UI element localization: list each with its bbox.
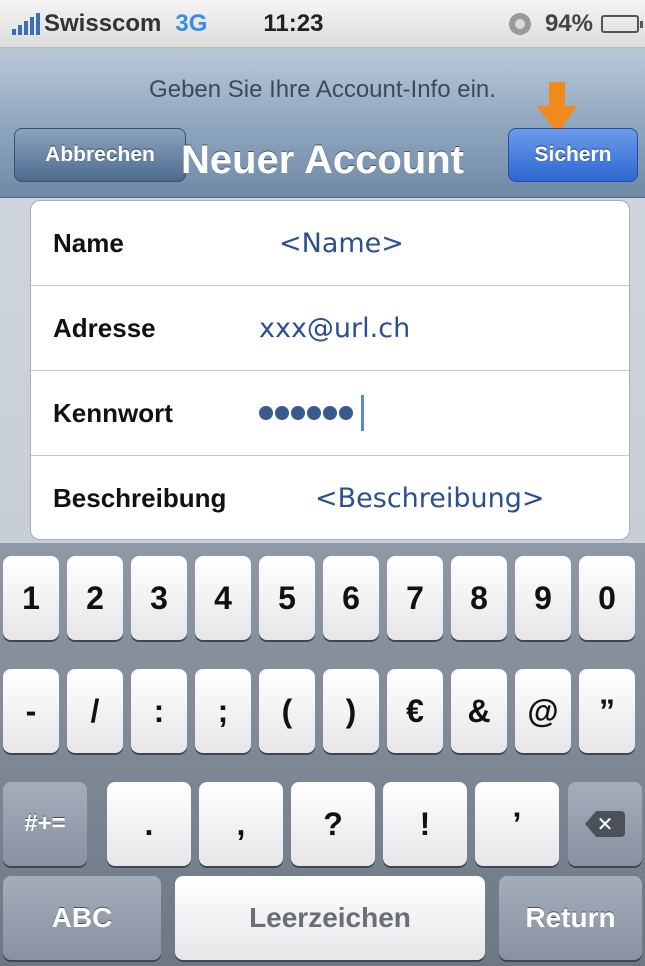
- name-label: Name: [53, 227, 124, 258]
- address-label: Adresse: [53, 312, 156, 343]
- network-type: 3G: [175, 9, 208, 37]
- save-button[interactable]: Sichern: [508, 128, 638, 182]
- password-dot: [307, 406, 321, 420]
- key[interactable]: 7: [387, 556, 443, 640]
- key[interactable]: ;: [195, 669, 251, 753]
- password-field[interactable]: Kennwort: [31, 371, 629, 456]
- description-label: Beschreibung: [53, 483, 227, 513]
- key[interactable]: ): [323, 669, 379, 753]
- delete-key[interactable]: ✕: [568, 782, 642, 866]
- description-field[interactable]: Beschreibung <Beschreibung>: [31, 456, 629, 539]
- password-input[interactable]: [259, 395, 364, 431]
- key[interactable]: 1: [3, 556, 59, 640]
- password-dot: [291, 406, 305, 420]
- carrier-name: Swisscom: [44, 9, 162, 37]
- key[interactable]: 6: [323, 556, 379, 640]
- key[interactable]: ”: [579, 669, 635, 753]
- address-field[interactable]: Adresse xxx@url.ch: [31, 286, 629, 371]
- key[interactable]: ’: [475, 782, 559, 866]
- key[interactable]: /: [67, 669, 123, 753]
- navigation-bar: Geben Sie Ihre Account-Info ein. Abbrech…: [0, 48, 645, 198]
- key[interactable]: -: [3, 669, 59, 753]
- key[interactable]: 3: [131, 556, 187, 640]
- description-input[interactable]: <Beschreibung>: [315, 483, 545, 514]
- key[interactable]: 9: [515, 556, 571, 640]
- key[interactable]: (: [259, 669, 315, 753]
- key[interactable]: :: [131, 669, 187, 753]
- address-input[interactable]: xxx@url.ch: [259, 313, 410, 344]
- key[interactable]: ,: [199, 782, 283, 866]
- password-dot: [259, 406, 273, 420]
- space-key[interactable]: Leerzeichen: [175, 876, 485, 960]
- key[interactable]: 0: [579, 556, 635, 640]
- battery-icon: [601, 14, 643, 33]
- delete-icon: ✕: [585, 811, 625, 837]
- name-input[interactable]: <Name>: [279, 228, 404, 259]
- key[interactable]: €: [387, 669, 443, 753]
- alarm-icon: [508, 12, 531, 35]
- key[interactable]: 8: [451, 556, 507, 640]
- symbols-key[interactable]: #+=: [3, 782, 87, 866]
- form-area: Name <Name> Adresse xxx@url.ch Kennwort …: [0, 198, 645, 543]
- return-key[interactable]: Return: [499, 876, 642, 960]
- status-bar: Swisscom 3G 11:23 94%: [0, 0, 645, 48]
- password-dot: [323, 406, 337, 420]
- name-field[interactable]: Name <Name>: [31, 201, 629, 286]
- password-label: Kennwort: [53, 397, 173, 428]
- key[interactable]: 2: [67, 556, 123, 640]
- key[interactable]: 4: [195, 556, 251, 640]
- password-dot: [275, 406, 289, 420]
- key[interactable]: &: [451, 669, 507, 753]
- key[interactable]: 5: [259, 556, 315, 640]
- signal-icon: [12, 12, 40, 35]
- key[interactable]: .: [107, 782, 191, 866]
- arrow-down-icon: [537, 82, 577, 134]
- password-dot: [339, 406, 353, 420]
- key[interactable]: ?: [291, 782, 375, 866]
- keyboard: 1234567890 - /:;() € & @” #+= .,?!’ ✕ ABC Le…: [0, 543, 645, 966]
- text-caret: [361, 395, 364, 431]
- account-form: Name <Name> Adresse xxx@url.ch Kennwort …: [30, 200, 630, 540]
- abc-key[interactable]: ABC: [3, 876, 161, 960]
- battery-percent: 94%: [544, 9, 593, 37]
- clock: 11:23: [263, 9, 324, 37]
- key[interactable]: @: [515, 669, 571, 753]
- key[interactable]: !: [383, 782, 467, 866]
